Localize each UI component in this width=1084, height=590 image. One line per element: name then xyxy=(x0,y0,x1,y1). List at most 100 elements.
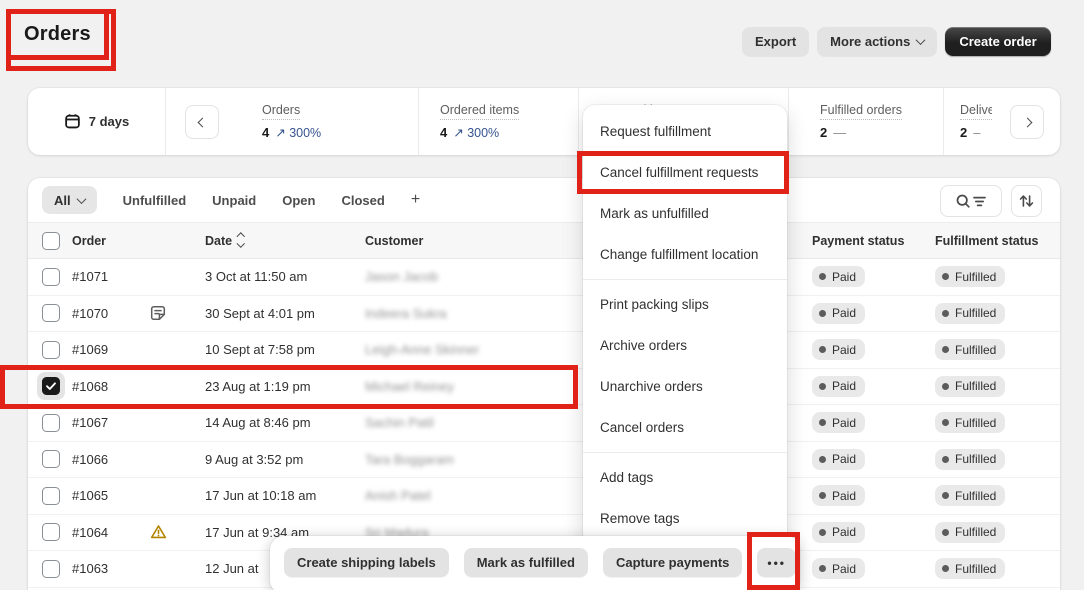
row-checkbox[interactable] xyxy=(42,377,60,395)
order-number: #1071 xyxy=(72,269,108,284)
trend-flat: — xyxy=(833,125,846,140)
metric-label[interactable]: Delivered orders xyxy=(960,103,992,120)
payment-status-badge: Paid xyxy=(812,449,865,470)
payment-status-badge: Paid xyxy=(812,339,865,360)
sort-button[interactable] xyxy=(1011,185,1042,217)
sort-toggle-icon xyxy=(238,234,244,247)
chevron-down-icon xyxy=(916,35,926,45)
add-view-button[interactable]: + xyxy=(411,191,420,209)
table-row[interactable]: #106714 Aug at 8:46 pmSachin PatilPaidFu… xyxy=(28,405,1060,442)
customer-name: Jason Jacob xyxy=(365,269,438,284)
menu-divider xyxy=(583,452,787,453)
fulfillment-status-badge: Fulfilled xyxy=(935,522,1005,543)
chevron-down-icon xyxy=(76,194,86,204)
more-actions-button[interactable]: More actions xyxy=(817,27,937,56)
row-checkbox[interactable] xyxy=(42,268,60,286)
status-dot xyxy=(819,529,826,536)
metrics-next-button[interactable] xyxy=(1010,105,1044,139)
menu-item-remove-tags[interactable]: Remove tags xyxy=(583,498,787,539)
row-checkbox[interactable] xyxy=(42,341,60,359)
column-payment-status[interactable]: Payment status xyxy=(812,234,935,248)
order-date: 17 Jun at 10:18 am xyxy=(205,488,365,503)
status-dot xyxy=(942,419,949,426)
order-number: #1069 xyxy=(72,342,108,357)
menu-item-request-fulfillment[interactable]: Request fulfillment xyxy=(583,111,787,152)
customer-name: Leigh-Anne Skinner xyxy=(365,342,479,357)
menu-item-cancel-orders[interactable]: Cancel orders xyxy=(583,407,787,448)
fulfillment-status-badge: Fulfilled xyxy=(935,449,1005,470)
orders-title-container: Orders xyxy=(6,9,109,60)
tab-closed[interactable]: Closed xyxy=(341,193,384,208)
column-date[interactable]: Date xyxy=(205,234,365,248)
menu-item-archive-orders[interactable]: Archive orders xyxy=(583,325,787,366)
status-dot xyxy=(819,310,826,317)
column-fulfillment-status[interactable]: Fulfillment status xyxy=(935,234,1060,248)
page-title: Orders xyxy=(24,23,91,46)
table-row[interactable]: #107030 Sept at 4:01 pmIndeera SukraPaid… xyxy=(28,296,1060,333)
tab-all[interactable]: All xyxy=(42,186,97,214)
menu-item-change-fulfillment-location[interactable]: Change fulfillment location xyxy=(583,234,787,275)
menu-item-print-packing-slips[interactable]: Print packing slips xyxy=(583,284,787,325)
row-checkbox[interactable] xyxy=(42,450,60,468)
chevron-left-icon xyxy=(197,117,207,127)
warning-icon xyxy=(150,524,167,540)
payment-status-badge: Paid xyxy=(812,485,865,506)
status-dot xyxy=(942,273,949,280)
menu-item-add-tags[interactable]: Add tags xyxy=(583,457,787,498)
payment-status-badge: Paid xyxy=(812,303,865,324)
row-checkbox[interactable] xyxy=(42,560,60,578)
fulfillment-status-badge: Fulfilled xyxy=(935,303,1005,324)
view-tabs: All Unfulfilled Unpaid Open Closed + xyxy=(28,178,1060,222)
metric-value: 4 xyxy=(262,125,269,140)
order-date: 14 Aug at 8:46 pm xyxy=(205,415,365,430)
table-row[interactable]: #10669 Aug at 3:52 pmTara BoggaramPaidFu… xyxy=(28,442,1060,479)
menu-item-mark-as-unfulfilled[interactable]: Mark as unfulfilled xyxy=(583,193,787,234)
order-number: #1068 xyxy=(72,379,108,394)
customer-name: Anish Patel xyxy=(365,488,431,503)
menu-item-cancel-fulfillment-requests[interactable]: Cancel fulfillment requests xyxy=(583,152,787,193)
date-range-button[interactable]: 7 days xyxy=(28,88,166,155)
payment-status-badge: Paid xyxy=(812,412,865,433)
table-row[interactable]: #10713 Oct at 11:50 amJason JacobPaidFul… xyxy=(28,259,1060,296)
tab-unpaid[interactable]: Unpaid xyxy=(212,193,256,208)
calendar-icon xyxy=(64,113,81,130)
column-order[interactable]: Order xyxy=(72,234,205,248)
status-dot xyxy=(942,492,949,499)
row-checkbox[interactable] xyxy=(42,523,60,541)
row-checkbox[interactable] xyxy=(42,304,60,322)
trend-flat: – xyxy=(973,125,985,140)
divider xyxy=(418,88,419,155)
customer-name: Indeera Sukra xyxy=(365,306,447,321)
divider xyxy=(788,88,789,155)
status-dot xyxy=(819,492,826,499)
date-range-label: 7 days xyxy=(89,114,129,129)
status-dot xyxy=(942,346,949,353)
search-filter-button[interactable] xyxy=(940,185,1002,217)
table-row[interactable]: #106517 Jun at 10:18 amAnish PatelPaidFu… xyxy=(28,478,1060,515)
orders-page: Orders Export More actions Create order … xyxy=(0,0,1084,590)
create-shipping-labels-button[interactable]: Create shipping labels xyxy=(284,548,449,577)
divider xyxy=(578,88,579,155)
mark-as-fulfilled-button[interactable]: Mark as fulfilled xyxy=(464,548,588,577)
metric-label[interactable]: Orders xyxy=(262,103,300,120)
orders-table-card: All Unfulfilled Unpaid Open Closed + xyxy=(28,178,1060,590)
table-row[interactable]: #1069 10 Sept at 7:58 pmLeigh-Anne Skinne… xyxy=(28,332,1060,369)
select-all-checkbox[interactable] xyxy=(42,232,60,250)
export-button[interactable]: Export xyxy=(742,27,809,56)
create-order-button[interactable]: Create order xyxy=(945,27,1050,56)
row-checkbox[interactable] xyxy=(42,487,60,505)
metric-label[interactable]: Fulfilled orders xyxy=(820,103,902,120)
fulfillment-status-badge: Fulfilled xyxy=(935,412,1005,433)
capture-payments-button[interactable]: Capture payments xyxy=(603,548,742,577)
menu-item-unarchive-orders[interactable]: Unarchive orders xyxy=(583,366,787,407)
order-date: 10 Sept at 7:58 pm xyxy=(205,342,365,357)
row-checkbox[interactable] xyxy=(42,414,60,432)
table-row[interactable]: #106823 Aug at 1:19 pmMichael ReineyPaid… xyxy=(28,369,1060,406)
tab-open[interactable]: Open xyxy=(282,193,315,208)
fulfillment-status-badge: Fulfilled xyxy=(935,339,1005,360)
ellipsis-button[interactable]: ••• xyxy=(757,548,796,577)
metrics-prev-button[interactable] xyxy=(185,105,219,139)
metric-label[interactable]: Ordered items xyxy=(440,103,519,120)
table-header-row: Order Date Customer Payment status Fulfi… xyxy=(28,222,1060,259)
tab-unfulfilled[interactable]: Unfulfilled xyxy=(123,193,187,208)
